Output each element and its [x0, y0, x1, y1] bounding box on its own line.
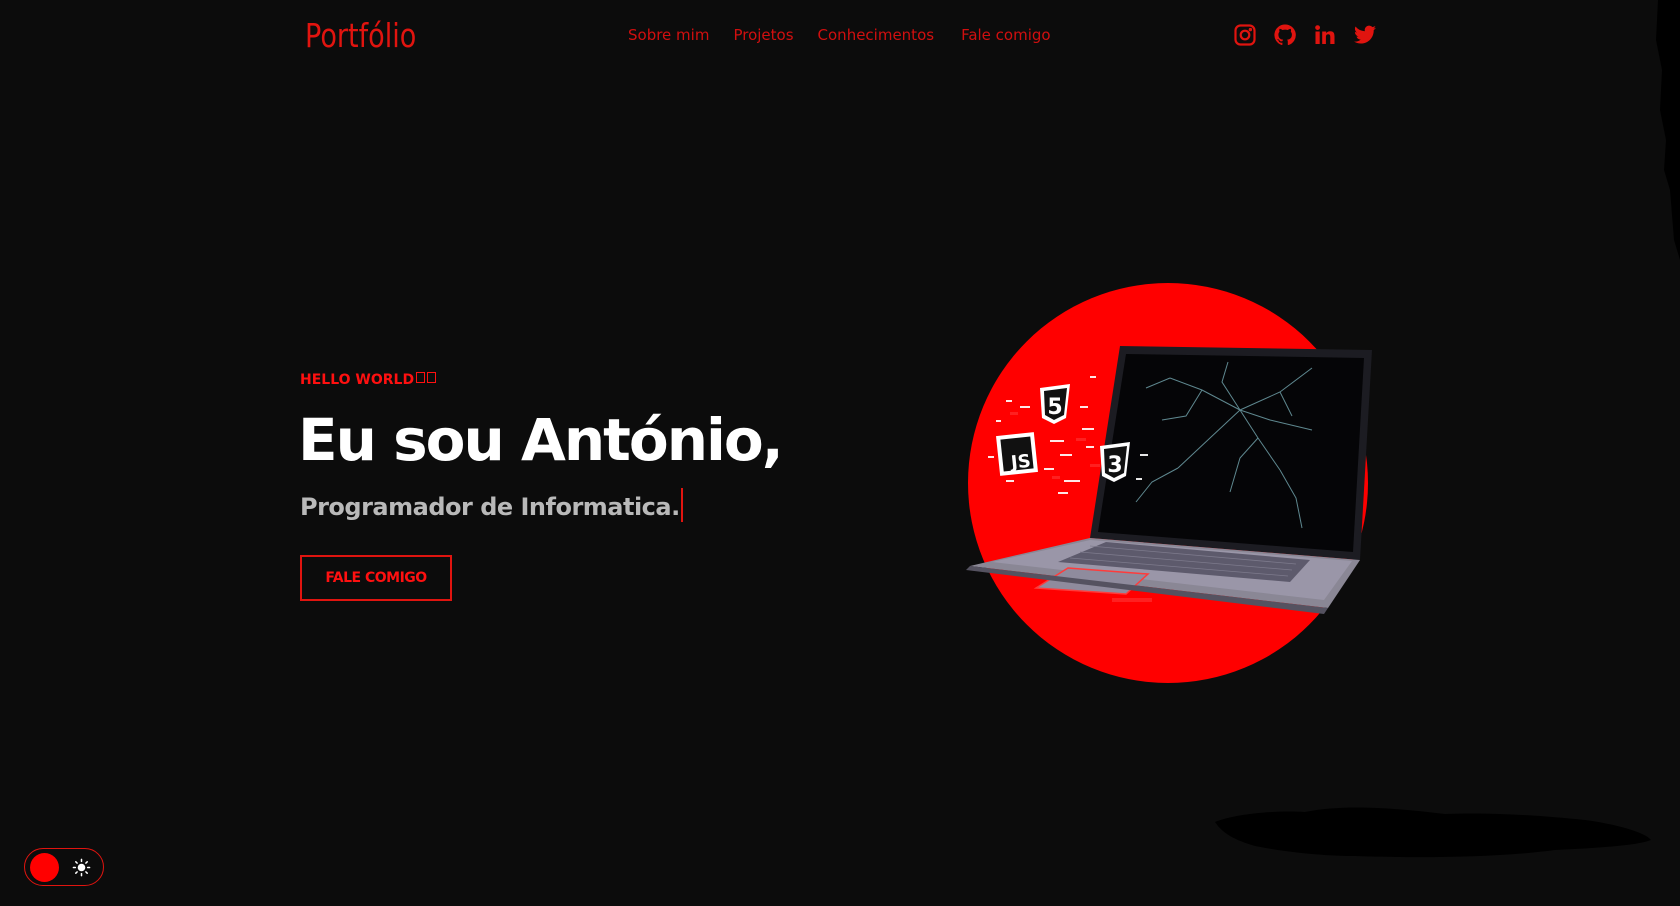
css3-icon: 3: [1100, 442, 1130, 482]
main-nav: Sobre mim Projetos Conhecimentos Fale co…: [628, 24, 1051, 46]
javascript-label: JS: [1008, 451, 1032, 474]
html5-icon: 5: [1040, 384, 1070, 424]
emoji-placeholder-icon: [416, 372, 426, 383]
nav-link-fale-comigo[interactable]: Fale comigo: [961, 24, 1051, 46]
twitter-icon[interactable]: [1352, 22, 1378, 48]
fale-comigo-button[interactable]: FALE COMIGO: [300, 555, 452, 601]
emoji-placeholder-icon: [427, 372, 437, 383]
sun-icon: [72, 858, 91, 877]
nav-link-conhecimentos[interactable]: Conhecimentos: [818, 24, 935, 46]
instagram-icon[interactable]: [1232, 22, 1258, 48]
nav-link-projetos[interactable]: Projetos: [733, 24, 793, 46]
javascript-icon: JS: [996, 432, 1038, 476]
html5-label: 5: [1047, 395, 1062, 420]
css3-label: 3: [1107, 453, 1122, 478]
hero-subtitle: Programador de Informatica.: [300, 488, 683, 523]
shadow-blot: [1215, 807, 1651, 858]
social-links: [1232, 22, 1378, 48]
hero-image: 5 JS 3: [940, 270, 1380, 690]
greeting: HELLO WORLD: [300, 372, 437, 388]
page: Portfólio Sobre mim Projetos Conheciment…: [0, 0, 1680, 906]
github-icon[interactable]: [1272, 22, 1298, 48]
logo[interactable]: Portfólio: [305, 14, 416, 58]
linkedin-icon[interactable]: [1312, 22, 1338, 48]
greeting-text: HELLO WORLD: [300, 372, 415, 388]
hero-title: Eu sou António,: [298, 406, 784, 474]
hero-subtitle-text: Programador de Informatica.: [300, 493, 680, 521]
edge-decoration: [1656, 0, 1680, 260]
typing-cursor: [680, 488, 683, 522]
theme-toggle[interactable]: [24, 848, 104, 886]
nav-link-sobre-mim[interactable]: Sobre mim: [628, 24, 709, 46]
toggle-knob: [30, 853, 59, 882]
